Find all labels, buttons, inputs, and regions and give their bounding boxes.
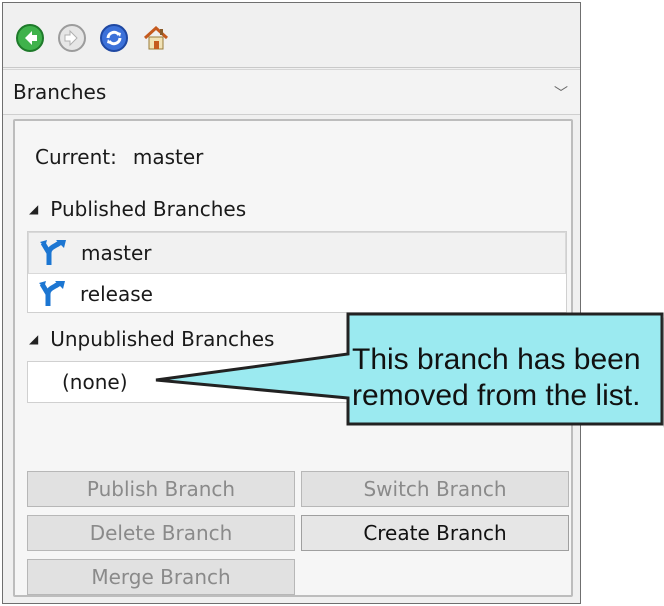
create-branch-button[interactable]: Create Branch [301, 515, 569, 551]
publish-branch-button[interactable]: Publish Branch [27, 471, 295, 507]
list-item[interactable]: release [28, 274, 566, 314]
collapse-triangle-icon: ◢ [29, 202, 39, 216]
branches-panel: Branches ﹀ Current: master ◢ Published Br… [2, 2, 581, 604]
branch-icon [39, 280, 65, 306]
list-item[interactable]: master [28, 232, 566, 274]
collapse-triangle-icon: ◢ [29, 332, 39, 346]
current-value: master [132, 145, 204, 169]
none-label: (none) [62, 370, 128, 394]
forward-icon[interactable] [55, 21, 89, 55]
branch-icon [40, 239, 66, 265]
branch-label: release [80, 282, 153, 306]
home-icon[interactable] [139, 21, 173, 55]
published-branches-label: Published Branches [50, 197, 247, 221]
callout-line-1: This branch has been [352, 343, 641, 376]
chevron-down-icon: ﹀ [554, 86, 568, 102]
callout-text: This branch has been removed from the li… [352, 342, 662, 414]
switch-branch-button[interactable]: Switch Branch [301, 471, 569, 507]
unpublished-branches-header[interactable]: ◢ Unpublished Branches [29, 327, 274, 351]
merge-branch-button[interactable]: Merge Branch [27, 559, 295, 595]
current-branch: Current: master [35, 145, 203, 169]
delete-branch-button[interactable]: Delete Branch [27, 515, 295, 551]
current-label: Current: [35, 145, 117, 169]
published-branches-header[interactable]: ◢ Published Branches [29, 197, 246, 221]
unpublished-branches-label: Unpublished Branches [50, 327, 275, 351]
back-icon[interactable] [13, 21, 47, 55]
branches-dropdown[interactable]: Branches ﹀ [3, 69, 580, 115]
toolbar-divider [3, 67, 580, 68]
branches-dropdown-label: Branches [13, 80, 107, 104]
branch-label: master [81, 241, 152, 265]
published-branches-list: master release [27, 231, 567, 313]
toolbar [13, 17, 173, 59]
refresh-icon[interactable] [97, 21, 131, 55]
callout-line-2: removed from the list. [352, 379, 641, 412]
